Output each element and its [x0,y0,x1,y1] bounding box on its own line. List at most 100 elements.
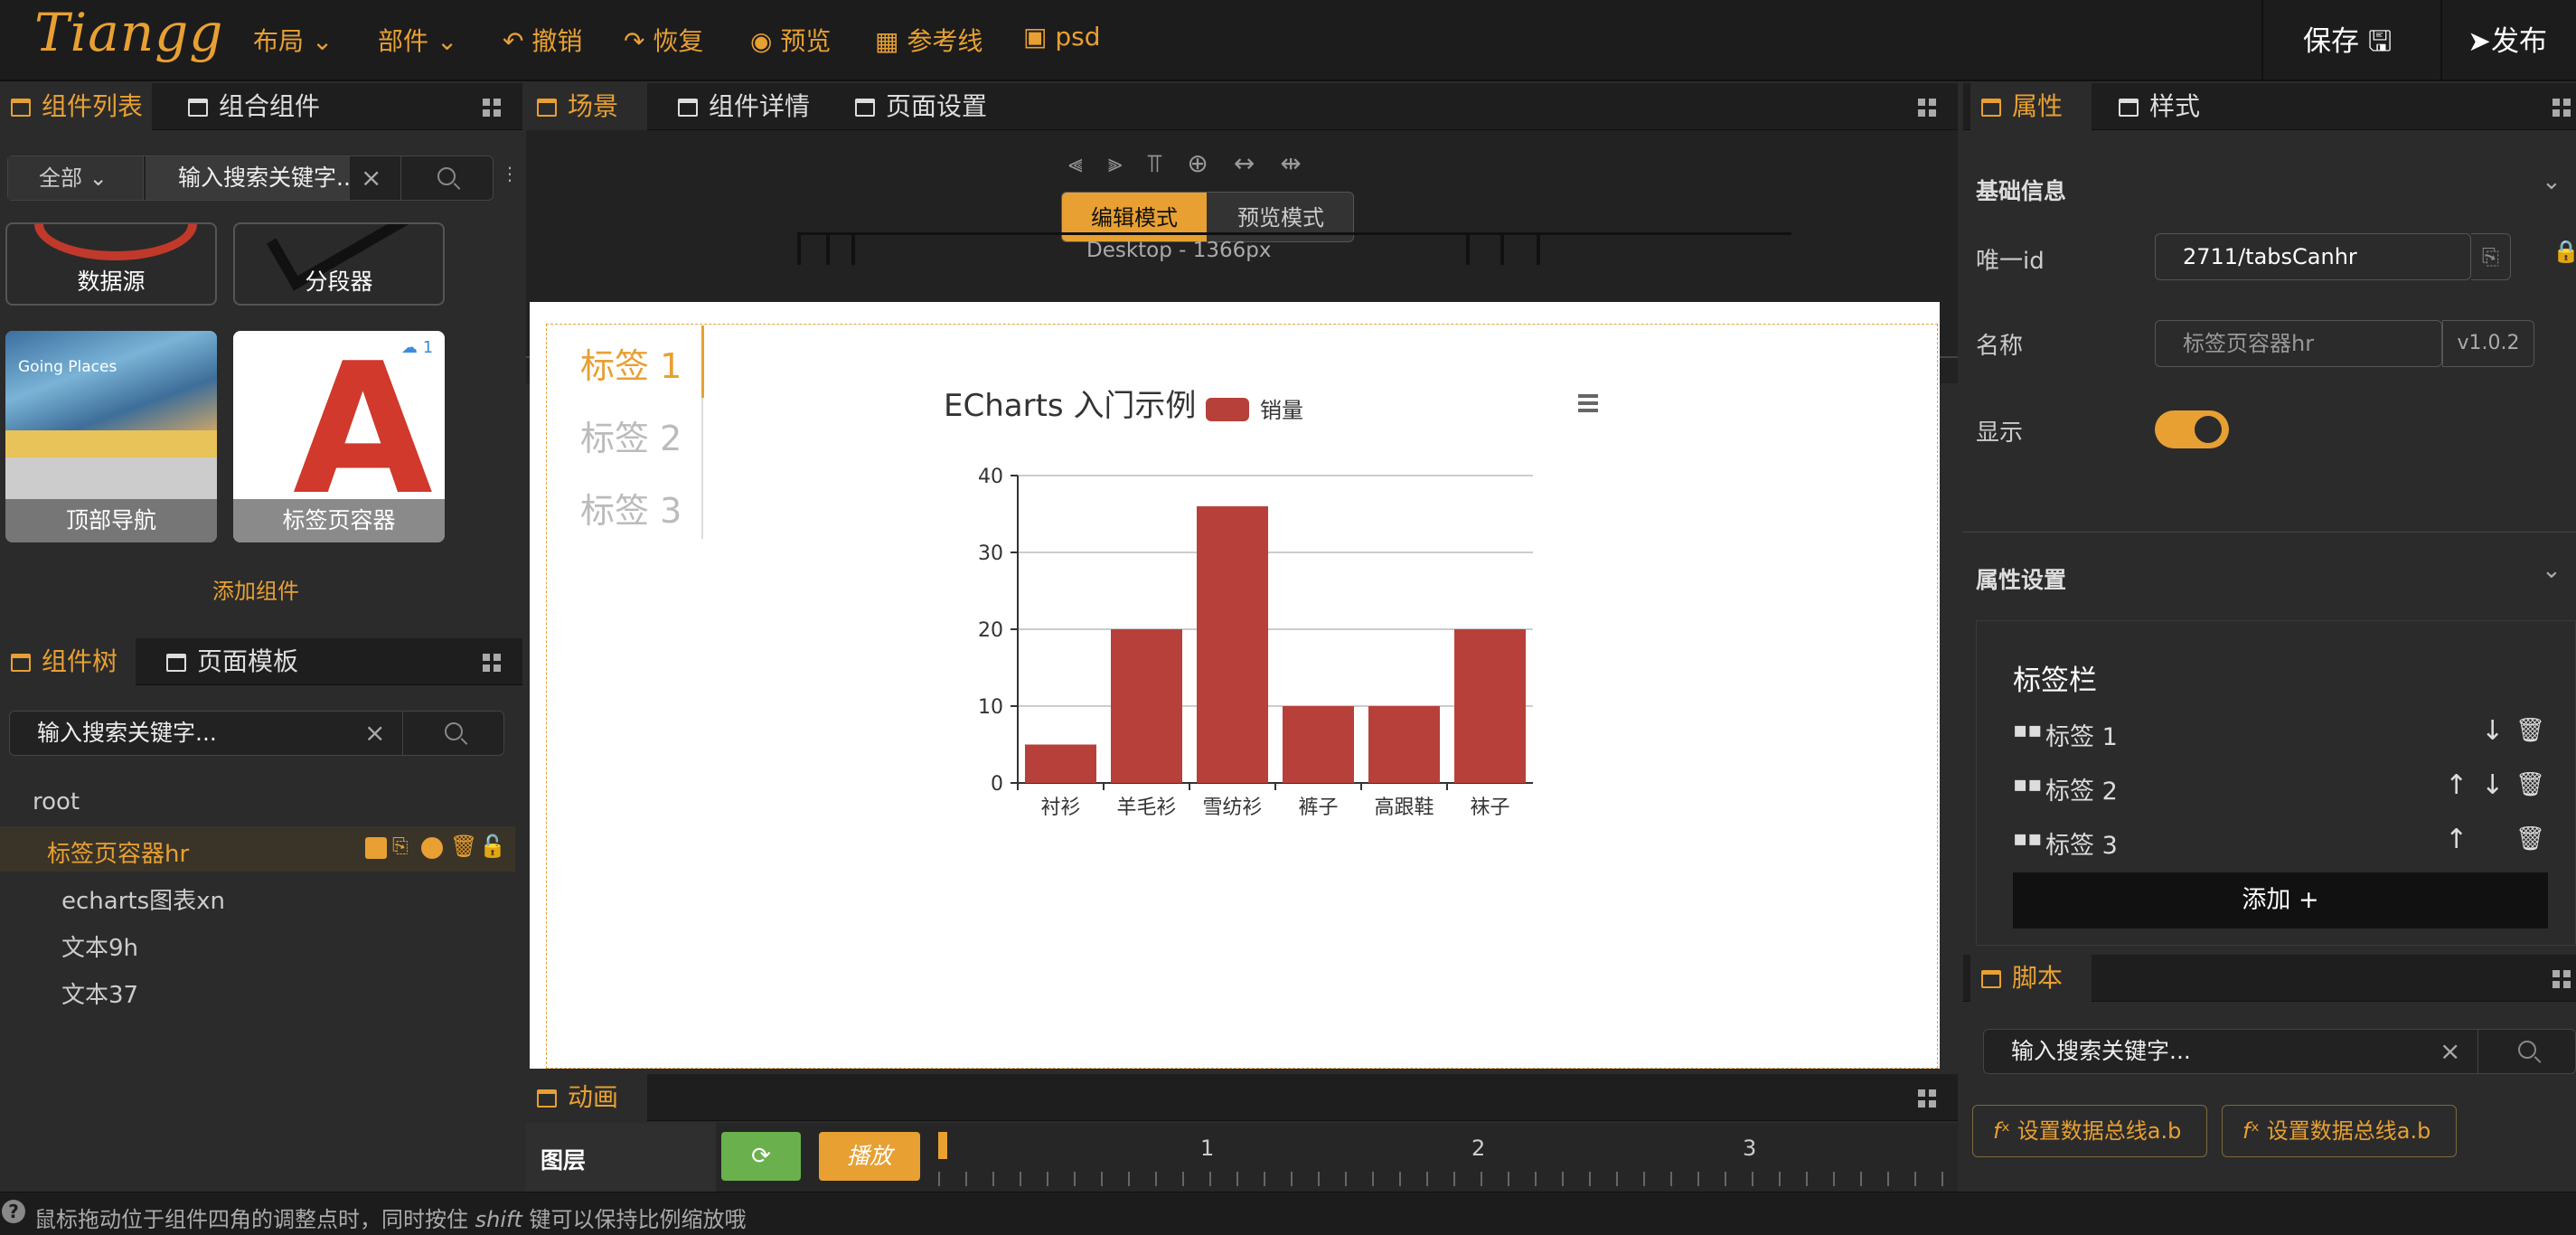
canvas-tab-1[interactable]: 标签 1 [580,338,682,388]
y-tick-label: 20 [978,619,1003,642]
tab-component-list[interactable]: 组件列表 [0,83,152,130]
save-button[interactable]: 保存 🖫 [2303,18,2392,63]
align-top-icon[interactable]: ⫪ [1148,148,1188,178]
menu-layout[interactable]: 布局 ⌄ [253,22,333,58]
refresh-button[interactable]: ⟳ [721,1132,801,1181]
align-tools[interactable]: ⫷⫸⫪⊕↔⇹ [1068,148,1327,179]
redo-button[interactable]: ↷ 恢复 [624,22,703,58]
copy-icon[interactable]: ⎘ [392,835,409,858]
copy-icon[interactable]: ⎘ [2471,233,2511,280]
arrow-up-icon[interactable]: ↑ [2445,824,2468,855]
id-field[interactable]: 2711/tabsCanhr [2155,233,2471,280]
add-tab-button[interactable]: 添加 + [2013,872,2548,929]
clear-icon[interactable]: × [364,712,385,755]
thumbnail-nav [5,430,217,457]
chart-menu-icon[interactable] [1578,394,1598,412]
function-item[interactable]: fˣ 设置数据总线a.b [2222,1105,2457,1157]
align-left-icon[interactable]: ⫷ [1068,148,1108,178]
section-basic-info[interactable]: 基础信息 [1976,174,2066,206]
tree-item-selected[interactable]: 标签页容器hr ⎘ 🗑 🔓 [0,826,515,872]
trash-icon[interactable]: 🗑 [2515,717,2545,744]
calendar-icon [188,99,208,117]
align-right-icon[interactable]: ⫸ [1108,148,1148,178]
tab-label: 动画 [568,1082,619,1112]
arrow-down-icon[interactable]: ↓ [2481,715,2504,747]
tab-page-settings[interactable]: 页面设置 [844,83,1025,130]
guides-button[interactable]: ▦ 参考线 [875,22,982,58]
edit-icon[interactable] [365,837,387,859]
distribute-h-icon[interactable]: ↔ [1234,148,1280,178]
component-card-segmenter[interactable]: 分段器 [233,222,445,306]
tab-animation[interactable]: 动画 [526,1074,647,1121]
drag-handle-icon[interactable]: ▪▪ [2013,771,2043,797]
menu-widgets[interactable]: 部件 ⌄ [378,22,457,58]
tab-setting-row[interactable]: ▪▪ 标签 1 ↓ 🗑 [2013,715,2555,753]
chevron-down-icon[interactable]: ⌄ [2542,557,2562,584]
search-button[interactable] [400,156,494,200]
tab-styles[interactable]: 样式 [2108,83,2229,130]
preview-button[interactable]: ◉ 预览 [750,22,831,58]
grid-icon[interactable] [1918,1089,1936,1108]
tree-search-input[interactable]: 输入搜索关键字... [10,712,362,755]
status-key: shift [475,1207,522,1232]
grid-icon[interactable] [2552,970,2571,988]
tree-item[interactable]: echarts图表xn [61,882,225,916]
show-toggle[interactable] [2155,410,2229,448]
menu-label: 布局 [253,26,305,56]
component-card-tabs[interactable]: A ☁ 1 标签页容器 [233,331,445,542]
tabbar-settings: 标签栏 ▪▪ 标签 1 ↓ 🗑 ▪▪ 标签 2 ↑ ↓ 🗑 ▪▪ 标签 3 ↑ … [1976,620,2576,946]
script-search-input[interactable]: 输入搜索关键字... [1984,1030,2436,1073]
search-button[interactable] [402,712,505,755]
undo-button[interactable]: ↶ 撤销 [503,22,582,58]
grid-icon[interactable] [483,654,501,672]
tree-item[interactable]: 文本9h [61,929,138,963]
id-icon[interactable] [421,837,443,859]
section-attr-settings[interactable]: 属性设置 [1976,562,2066,595]
publish-button[interactable]: ➤发布 [2468,18,2547,63]
trash-icon[interactable]: 🗑 [2515,771,2545,798]
search-button[interactable] [2477,1030,2576,1073]
component-card-datasource[interactable]: 数据源 [5,222,217,306]
arrow-up-icon[interactable]: ↑ [2445,769,2468,801]
grid-icon[interactable] [483,99,501,117]
guides-label: 参考线 [907,26,983,56]
tab-combo-components[interactable]: 组合组件 [177,83,376,130]
name-field[interactable]: 标签页容器hr [2155,320,2442,367]
tree-item[interactable]: 文本37 [61,976,138,1010]
trash-icon[interactable]: 🗑 [2515,825,2545,853]
chevron-down-icon[interactable]: ⌄ [2542,168,2562,195]
tab-script[interactable]: 脚本 [1970,955,2092,1002]
more-icon[interactable]: ⋮ [501,163,519,190]
tab-properties[interactable]: 属性 [1970,83,2092,130]
drag-handle-icon[interactable]: ▪▪ [2013,825,2043,851]
tab-setting-row[interactable]: ▪▪ 标签 2 ↑ ↓ 🗑 [2013,769,2555,807]
canvas-tab-2[interactable]: 标签 2 [580,410,682,460]
grid-icon[interactable] [1918,99,1936,117]
unlock-icon[interactable]: 🔓 [479,834,506,859]
trash-icon[interactable]: 🗑 [450,834,477,859]
tree-root[interactable]: root [33,788,80,815]
tab-page-templates[interactable]: 页面模板 [155,638,354,685]
clear-icon[interactable]: × [361,156,381,200]
tab-component-detail[interactable]: 组件详情 [667,83,848,130]
component-card-topnav[interactable]: Going Places 顶部导航 [5,331,217,542]
lock-icon[interactable]: 🔒 [2552,239,2576,264]
drag-handle-icon[interactable]: ▪▪ [2013,717,2043,742]
clear-icon[interactable]: × [2440,1030,2460,1073]
arrow-down-icon[interactable]: ↓ [2481,769,2504,801]
category-select[interactable]: 全部 ⌄ [8,156,144,200]
thumbnail-image [5,331,217,430]
add-component-link[interactable]: 添加组件 [0,573,512,605]
tab-scene[interactable]: 场景 [526,83,647,130]
distribute-v-icon[interactable]: ⇹ [1280,148,1326,178]
psd-button[interactable]: ▣ psd [1023,22,1101,52]
tab-component-tree[interactable]: 组件树 [0,638,136,685]
playhead[interactable] [938,1132,947,1159]
canvas-tab-3[interactable]: 标签 3 [580,483,682,533]
search-input[interactable]: 输入搜索关键字... [146,156,350,200]
function-item[interactable]: fˣ 设置数据总线a.b [1972,1105,2207,1157]
grid-icon[interactable] [2552,99,2571,117]
play-button[interactable]: 播放 [819,1132,920,1181]
align-middle-icon[interactable]: ⊕ [1187,148,1233,178]
tab-setting-row[interactable]: ▪▪ 标签 3 ↑ 🗑 [2013,824,2555,862]
